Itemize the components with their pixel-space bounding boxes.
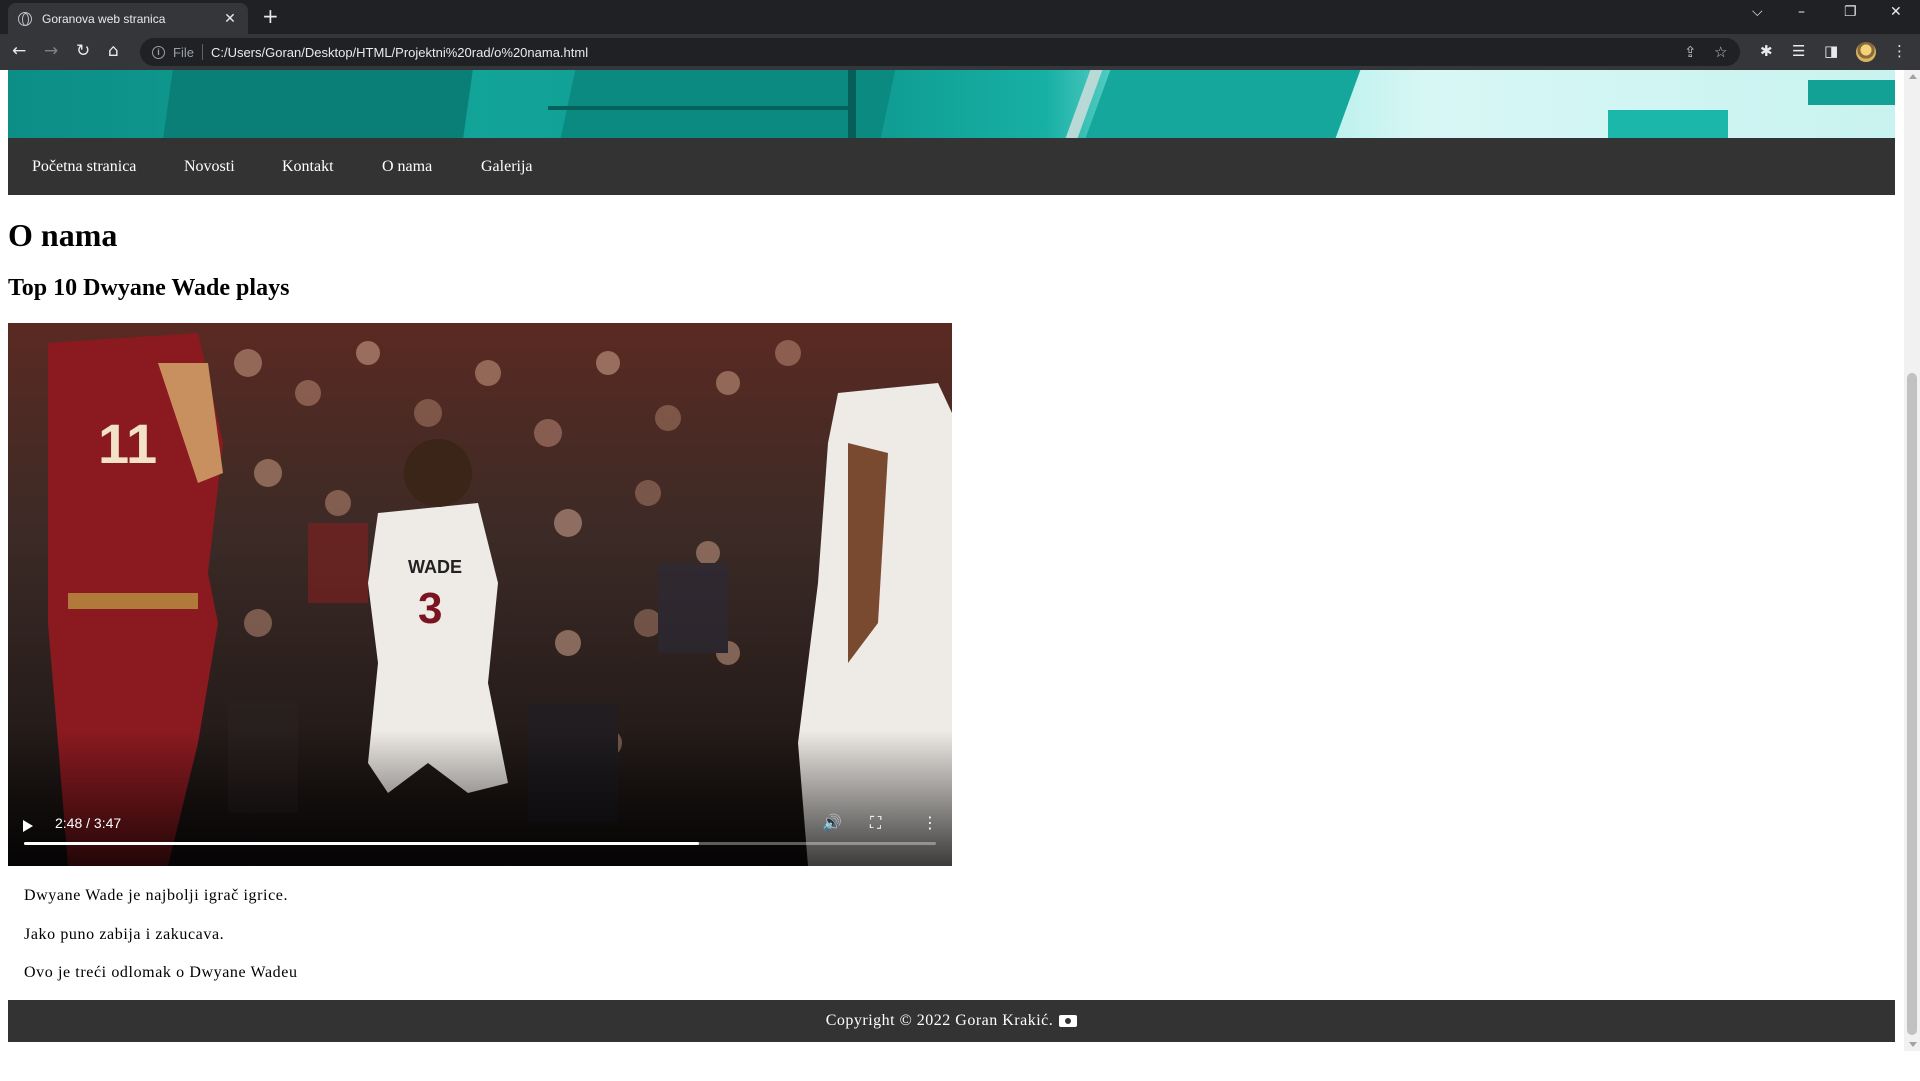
back-icon[interactable]: ← (12, 41, 26, 61)
reload-icon[interactable]: ↻ (76, 41, 90, 61)
close-window-icon[interactable]: ✕ (1890, 4, 1902, 20)
video-time: 2:48 / 3:47 (55, 815, 122, 831)
new-tab-icon[interactable]: + (262, 6, 279, 26)
globe-icon (18, 11, 32, 26)
nav-link-galerija[interactable]: Galerija (481, 138, 533, 195)
scroll-down-arrow-icon[interactable] (1909, 1042, 1917, 1047)
reading-list-icon[interactable]: ☰ (1792, 42, 1805, 60)
browser-menu-icon[interactable]: ⋮ (1892, 42, 1907, 60)
main-navigation: Početna stranica Novosti Kontakt O nama … (8, 138, 1895, 195)
page-scrollbar[interactable] (1904, 70, 1920, 1051)
page-viewport: Početna stranica Novosti Kontakt O nama … (0, 70, 1904, 1081)
nav-link-pocetna[interactable]: Početna stranica (32, 138, 136, 195)
restore-icon[interactable]: ❐ (1844, 4, 1857, 20)
page-footer: Copyright © 2022 Goran Krakić. (8, 1000, 1895, 1042)
tab-title: Goranova web stranica (42, 11, 166, 26)
close-tab-icon[interactable]: ✕ (222, 11, 238, 27)
tab-search-icon[interactable]: ⌵ (1752, 4, 1763, 20)
address-divider (201, 44, 203, 60)
side-panel-icon[interactable]: ◨ (1824, 42, 1838, 60)
info-icon[interactable]: i (152, 45, 165, 59)
volume-icon[interactable]: 🔊 (822, 813, 842, 832)
scrollbar-thumb[interactable] (1907, 373, 1917, 1035)
camera-icon (1059, 1015, 1078, 1027)
browser-toolbar: ← → ↻ ⌂ i File C:/Users/Goran/Desktop/HT… (0, 34, 1920, 70)
page-title: O nama (8, 217, 118, 253)
video-progress-bar[interactable] (24, 842, 936, 845)
url-text[interactable]: C:/Users/Goran/Desktop/HTML/Projektni%20… (211, 45, 588, 60)
video-frame-image: 11 WADE 3 (8, 323, 952, 866)
paragraph-3: Ovo je treći odlomak o Dwyane Wadeu (24, 964, 298, 981)
scheme-label: File (173, 44, 194, 60)
scroll-up-arrow-icon[interactable] (1909, 74, 1917, 79)
forward-icon[interactable]: → (44, 41, 58, 61)
minimize-icon[interactable]: – (1798, 4, 1805, 20)
browser-tab-strip: Goranova web stranica ✕ + ⌵ – ❐ ✕ (0, 0, 1920, 34)
video-heading: Top 10 Dwyane Wade plays (8, 275, 290, 301)
profile-avatar[interactable] (1856, 42, 1876, 62)
share-icon[interactable]: ⇪ (1684, 43, 1697, 61)
nav-link-o-nama[interactable]: O nama (382, 138, 432, 195)
header-banner-image (8, 70, 1895, 138)
more-options-icon[interactable]: ⋮ (922, 813, 938, 832)
footer-copyright: Copyright © 2022 Goran Krakić. (825, 1012, 1054, 1029)
extensions-icon[interactable]: ✱ (1760, 42, 1773, 60)
paragraph-1: Dwyane Wade je najbolji igrač igrice. (24, 887, 289, 904)
nav-link-kontakt[interactable]: Kontakt (282, 138, 334, 195)
address-bar[interactable]: i File C:/Users/Goran/Desktop/HTML/Proje… (140, 38, 1740, 66)
paragraph-2: Jako puno zabija i zakucava. (24, 926, 225, 943)
home-icon[interactable]: ⌂ (108, 41, 119, 61)
nav-link-novosti[interactable]: Novosti (184, 138, 235, 195)
video-player[interactable]: 11 WADE 3 2:48 / 3:47 🔊 ⛶ ⋮ (8, 323, 952, 866)
bookmark-star-icon[interactable]: ☆ (1714, 43, 1727, 61)
play-icon[interactable] (23, 820, 33, 832)
browser-tab[interactable]: Goranova web stranica ✕ (8, 3, 248, 34)
fullscreen-icon[interactable]: ⛶ (870, 813, 881, 833)
video-progress-fill (24, 842, 699, 845)
